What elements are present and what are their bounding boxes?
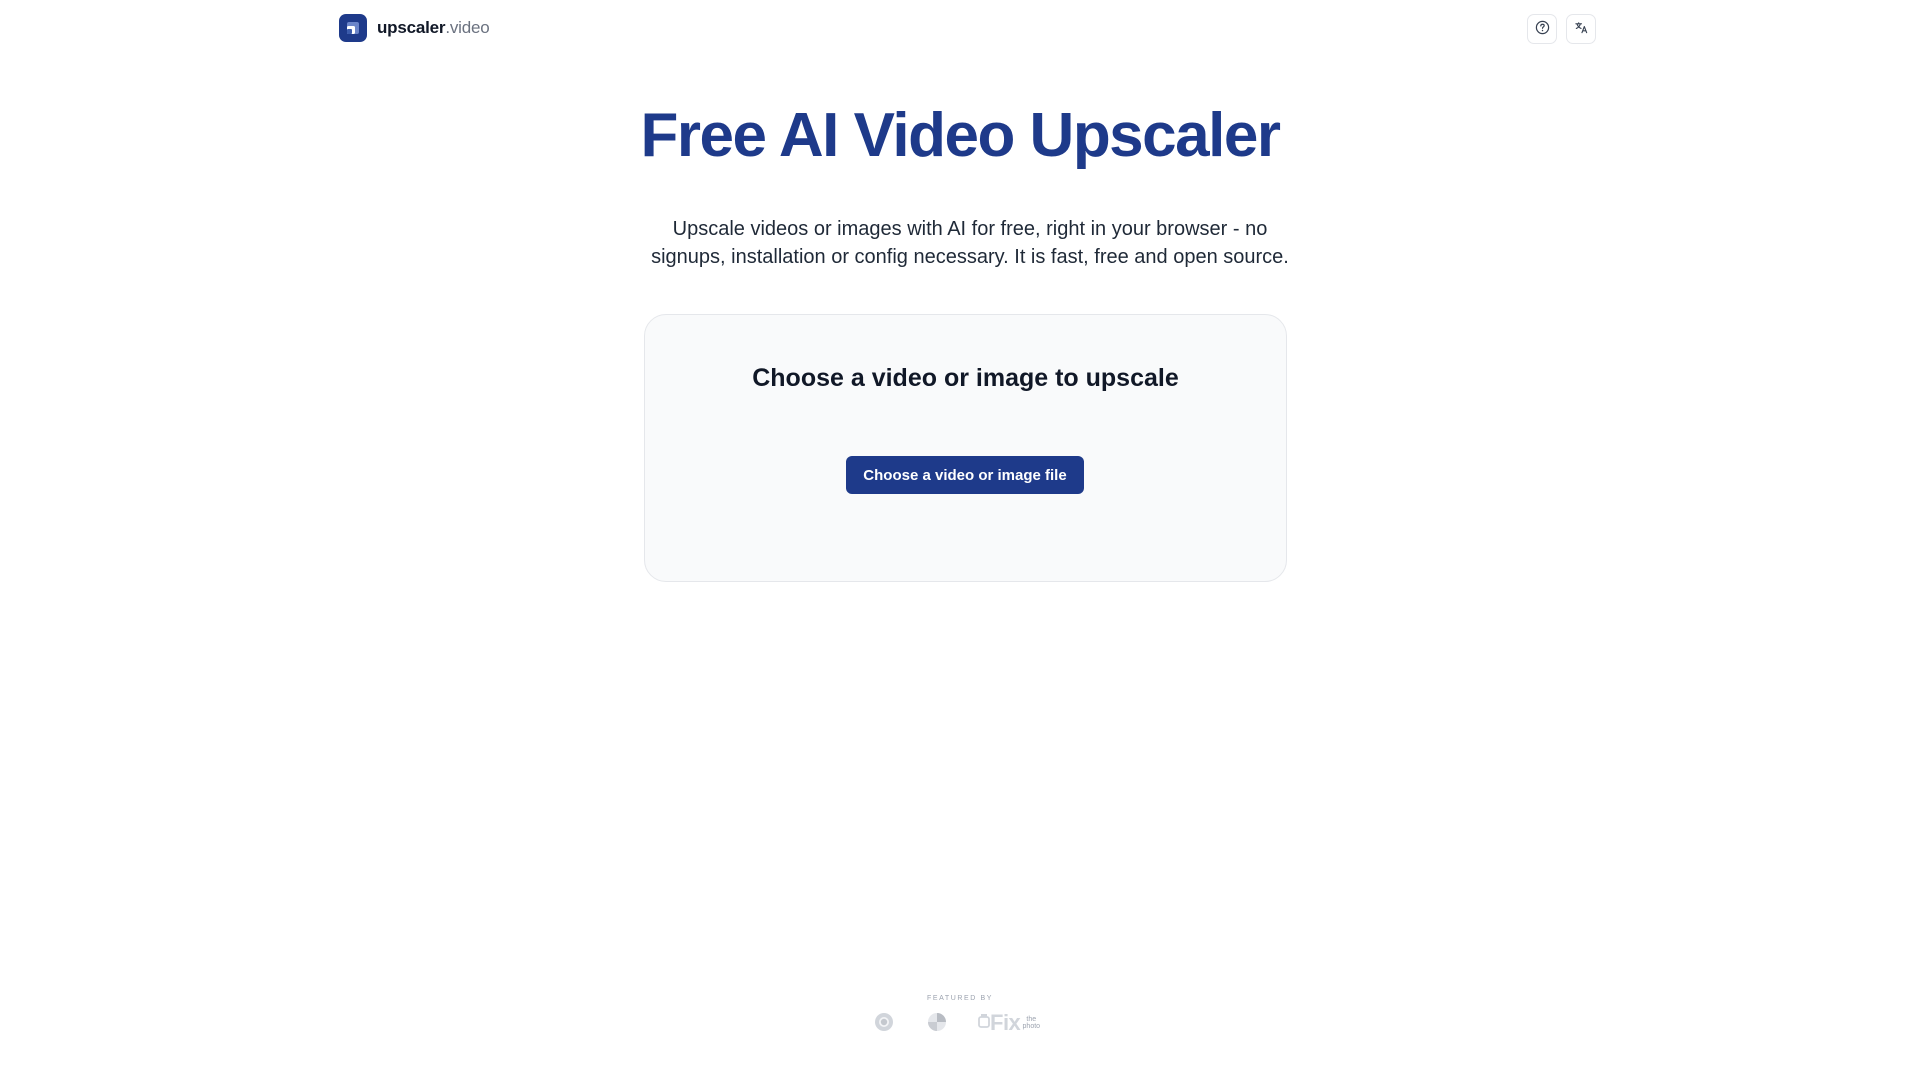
- featured-logo-fixthephoto[interactable]: Fix the photo: [978, 1010, 1041, 1036]
- choose-file-button[interactable]: Choose a video or image file: [846, 456, 1084, 494]
- featured-logos: Fix the photo: [874, 1010, 1054, 1036]
- question-circle-icon: [1535, 20, 1550, 38]
- upload-heading: Choose a video or image to upscale: [752, 364, 1179, 392]
- featured-logo-subtext: the photo: [1022, 1016, 1041, 1030]
- site-header: upscaler.video: [0, 0, 1920, 56]
- page-title: Free AI Video Upscaler: [640, 101, 1281, 170]
- brand-link[interactable]: upscaler.video: [339, 14, 490, 42]
- brand-tld: .video: [445, 18, 490, 37]
- header-actions: [1527, 14, 1596, 44]
- featured-logo-text: Fix: [990, 1010, 1021, 1035]
- brand-name: upscaler.video: [377, 18, 490, 37]
- featured-logo-circle-icon[interactable]: [927, 1012, 947, 1037]
- featured-section: FEATURED BY Fix the photo: [0, 995, 1920, 1035]
- language-button[interactable]: [1566, 14, 1596, 44]
- featured-logo-chrome-icon[interactable]: [874, 1012, 894, 1037]
- upload-card: Choose a video or image to upscale Choos…: [644, 314, 1287, 582]
- page-subtitle: Upscale videos or images with AI for fre…: [651, 218, 1289, 268]
- featured-label: FEATURED BY: [926, 995, 994, 1002]
- brand-logo-icon: [339, 14, 367, 42]
- camera-icon: [978, 1013, 990, 1034]
- translate-icon: [1574, 20, 1589, 38]
- help-button[interactable]: [1527, 14, 1557, 44]
